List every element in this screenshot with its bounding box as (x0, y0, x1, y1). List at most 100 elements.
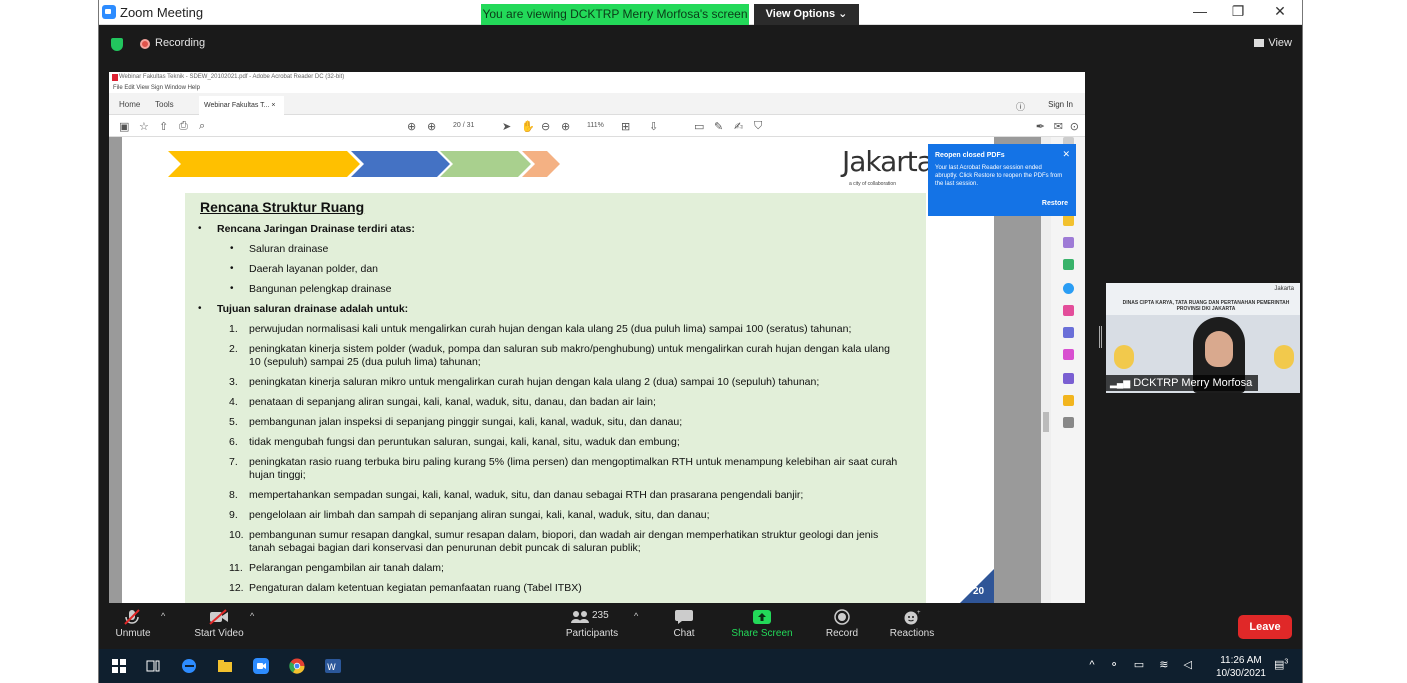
acrobat-toolbar: ▣ ☆ ⇧ ⎙ ⌕ ⊕ ⊕ 20 / 31 ➤ ✋ ⊖ ⊕ 111% ⊞ ⇩ ▭… (109, 115, 1085, 137)
comment-tool-icon (1063, 215, 1074, 226)
zoom-taskbar-icon[interactable] (253, 658, 269, 674)
participants-label: Participants (565, 628, 619, 639)
zoom-app-icon (102, 5, 116, 19)
muted-mic-icon (122, 609, 144, 625)
participant-video-tile[interactable]: Jakarta DINAS CIPTA KARYA, TATA RUANG DA… (1106, 283, 1300, 393)
start-video-label: Start Video (194, 628, 244, 639)
scrollbar-thumb (1043, 412, 1049, 432)
restore-button[interactable]: ❐ (1228, 3, 1248, 20)
item-text: Pengaturan dalam ketentuan kegiatan pema… (249, 582, 582, 594)
pdf-icon (112, 74, 118, 81)
notification-center-icon[interactable]: ▤3 (1274, 658, 1290, 674)
create-pdf-icon (1063, 395, 1074, 406)
fit-page-icon: ⊞ (621, 121, 631, 133)
audio-options-caret-icon[interactable]: ^ (161, 611, 165, 621)
item-number: 11. (229, 562, 243, 574)
view-button[interactable]: View (1254, 37, 1292, 49)
highlight-pen-icon: ✎ (714, 121, 724, 133)
item-text: tidak mengubah fungsi dan peruntukan sal… (249, 436, 680, 448)
pdf-page: Jakarta a city of collaboration Rencana … (122, 137, 994, 603)
acrobat-title: Webinar Fakultas Teknik - SDEW_20102021.… (119, 74, 345, 80)
item-number: 8. (229, 489, 238, 501)
protect-icon (1063, 327, 1074, 338)
acrobat-title-bar: Webinar Fakultas Teknik - SDEW_20102021.… (109, 72, 1085, 83)
chat-button[interactable]: Chat (664, 603, 704, 649)
participant-name-tag: ▂▄▆ DCKTRP Merry Morfosa (1106, 375, 1259, 391)
participants-caret-icon[interactable]: ^ (634, 611, 638, 621)
bookmark-star-icon: ☆ (139, 121, 149, 133)
start-video-button[interactable]: Start Video (189, 603, 249, 649)
unmute-button[interactable]: Unmute (109, 603, 157, 649)
panel-resize-handle[interactable] (1099, 326, 1102, 348)
minimize-button[interactable]: — (1190, 3, 1210, 19)
chat-label: Chat (673, 628, 695, 639)
help-icon: ⓘ (1015, 102, 1025, 112)
hand-tool-icon: ✋ (521, 121, 535, 133)
item-number: 12. (229, 582, 244, 594)
reactions-label: Reactions (889, 628, 935, 639)
windows-start-icon[interactable] (111, 658, 127, 674)
item-text: tanah sebagai bagian dari konservasi dan… (249, 542, 641, 554)
participants-icon: 235 (570, 609, 614, 625)
home-tab: Home (119, 100, 141, 109)
document-tab: Webinar Fakultas T... × (199, 96, 284, 115)
organize-pages-icon (1063, 259, 1074, 270)
share-screen-button[interactable]: Share Screen (724, 603, 800, 649)
page-down-icon: ⊕ (427, 121, 437, 133)
item-text: peningkatan kinerja saluran mikro untuk … (249, 376, 820, 388)
leave-button[interactable]: Leave (1238, 615, 1292, 639)
upload-icon: ⇧ (159, 121, 169, 133)
item-text: 10 (sepuluh) sampai 25 (dua puluh lima) … (249, 356, 481, 368)
system-tray-icons[interactable]: ^ ⚬ ▭ ≋ ◁ (1089, 658, 1198, 671)
jakarta-tagline: a city of collaboration (849, 181, 896, 187)
slide-title: Rencana Struktur Ruang (200, 199, 365, 215)
more-tools-icon (1063, 417, 1074, 428)
zoom-search-icon: ⌕ (199, 120, 206, 132)
share-screen-icon (751, 609, 773, 625)
encryption-shield-icon[interactable] (111, 38, 123, 51)
participants-button[interactable]: 235 Participants (559, 603, 625, 649)
section-bullet: • (198, 223, 202, 234)
chrome-icon[interactable] (289, 658, 305, 674)
meeting-top-bar: Recording View (99, 25, 1302, 60)
scan-icon (1063, 283, 1074, 294)
window-title: Zoom Meeting (120, 5, 204, 20)
video-options-caret-icon[interactable]: ^ (250, 611, 254, 621)
sub-item: Saluran drainase (249, 243, 329, 255)
item-text: Pelarangan pengambilan air tanah dalam; (249, 562, 444, 574)
popup-title: Reopen closed PDFs (935, 152, 1005, 159)
item-number: 7. (229, 456, 238, 468)
print-icon: ⎙ (179, 120, 188, 132)
item-number: 3. (229, 376, 238, 388)
viewing-banner: You are viewing DCKTRP Merry Morfosa's s… (481, 4, 749, 25)
reactions-button[interactable]: + Reactions (883, 603, 941, 649)
svg-text:+: + (917, 610, 921, 616)
file-explorer-icon[interactable] (217, 658, 233, 674)
recording-label[interactable]: Recording (155, 37, 205, 49)
select-cursor-icon: ➤ (502, 121, 512, 133)
email-icon: ✉ (1053, 121, 1063, 133)
word-icon[interactable]: W (325, 658, 341, 674)
view-options-button[interactable]: View Options ⌄ (754, 4, 859, 25)
zoom-level: 111% (587, 122, 604, 129)
record-button[interactable]: Record (817, 603, 867, 649)
item-text: penataan di sepanjang aliran sungai, kal… (249, 396, 656, 408)
account-icon: ⊙ (1069, 121, 1079, 133)
banner-chevron-green (440, 151, 531, 177)
video-org-header: DINAS CIPTA KARYA, TATA RUANG DAN PERTAN… (1122, 300, 1290, 312)
right-margin (1303, 0, 1407, 683)
popup-body: Your last Acrobat Reader session ended a… (935, 165, 1063, 187)
title-bar: Zoom Meeting You are viewing DCKTRP Merr… (99, 0, 1302, 25)
taskbar-clock[interactable]: 11:26 AM 10/30/2021 (1216, 654, 1266, 680)
save-icon: ▣ (119, 121, 130, 133)
video-jakarta-logo: Jakarta (1274, 286, 1294, 292)
edge-browser-icon[interactable] (181, 658, 197, 674)
close-button[interactable]: ✕ (1270, 3, 1290, 20)
tools-tab: Tools (155, 100, 174, 109)
task-view-icon[interactable] (145, 658, 161, 674)
popup-restore-button: Restore (1041, 200, 1068, 207)
notification-count: 3 (1284, 658, 1289, 666)
comment-icon: ▭ (694, 121, 705, 133)
mascot-left (1114, 345, 1134, 369)
fill-sign-icon: ✒ (1035, 121, 1045, 133)
